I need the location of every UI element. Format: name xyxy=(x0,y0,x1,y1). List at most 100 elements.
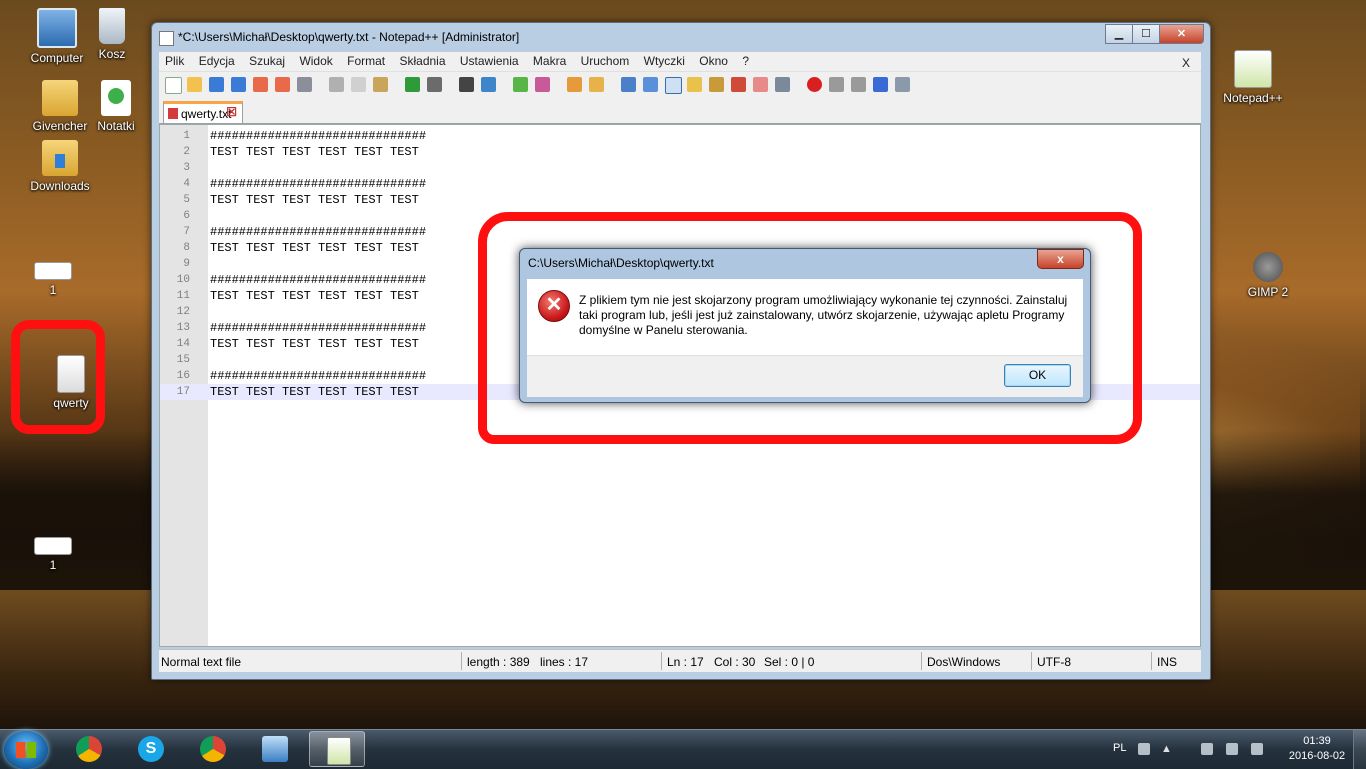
dialog-close-button[interactable]: x xyxy=(1037,249,1084,269)
menu-format[interactable]: Format xyxy=(341,52,390,68)
battery-icon[interactable] xyxy=(1251,743,1263,755)
find-icon[interactable] xyxy=(459,77,474,92)
play-multiple-macro-icon[interactable] xyxy=(873,77,888,92)
language-indicator[interactable]: PL xyxy=(1113,742,1126,754)
sync-horizontal-icon[interactable] xyxy=(589,77,604,92)
volume-icon[interactable] xyxy=(1201,743,1213,755)
clock-time: 01:39 xyxy=(1303,735,1331,747)
line-number: 5 xyxy=(183,194,190,206)
taskbar-chrome-2[interactable] xyxy=(185,731,241,767)
line-number: 11 xyxy=(176,290,190,302)
record-macro-icon[interactable] xyxy=(807,77,822,92)
toolbar xyxy=(159,71,1201,98)
word-wrap-icon[interactable] xyxy=(621,77,636,92)
zoom-out-icon[interactable] xyxy=(535,77,550,92)
desktop-icon-gimp[interactable]: GIMP 2 xyxy=(1230,252,1306,299)
stop-macro-icon[interactable] xyxy=(829,77,844,92)
status-bar: Normal text file length : 389 lines : 17… xyxy=(159,649,1201,672)
menu-ustawienia[interactable]: Ustawienia xyxy=(454,52,524,68)
menu-wtyczki[interactable]: Wtyczki xyxy=(638,52,690,68)
close-button[interactable]: ✕ xyxy=(1159,24,1204,44)
desktop-icon-downloads[interactable]: Downloads xyxy=(22,140,98,193)
maximize-button[interactable]: ☐ xyxy=(1132,24,1160,44)
taskbar-control-panel[interactable] xyxy=(247,731,303,767)
zoom-in-icon[interactable] xyxy=(513,77,528,92)
start-button[interactable] xyxy=(4,731,48,769)
network-icon[interactable] xyxy=(1226,743,1238,755)
menu-szukaj[interactable]: Szukaj xyxy=(243,52,290,68)
copy-icon[interactable] xyxy=(351,77,366,92)
desktop-icon-notepadpp[interactable]: Notepad++ xyxy=(1215,50,1291,105)
line-text: ############################## xyxy=(210,129,427,143)
status-col: Col : 30 xyxy=(714,655,756,669)
save-macro-icon[interactable] xyxy=(895,77,910,92)
line-number: 17 xyxy=(176,386,190,398)
editor-line[interactable]: 4 ############################## xyxy=(160,176,1200,192)
menu-help[interactable]: ? xyxy=(736,52,754,68)
print-icon[interactable] xyxy=(297,77,312,92)
tab-qwerty[interactable]: qwerty.txt ☒ xyxy=(163,101,243,123)
save-all-icon[interactable] xyxy=(231,77,246,92)
line-number: 12 xyxy=(176,306,190,318)
save-icon[interactable] xyxy=(209,77,224,92)
editor-line[interactable]: 1 ############################## xyxy=(160,128,1200,144)
taskbar: S PL ▲ 01:39 2016-08-02 xyxy=(0,729,1366,769)
redo-icon[interactable] xyxy=(427,77,442,92)
desktop-icon-label: GIMP 2 xyxy=(1247,285,1289,299)
menu-plik[interactable]: Plik xyxy=(159,52,189,68)
monitoring-icon[interactable] xyxy=(775,77,790,92)
show-hidden-icons-icon[interactable]: ▲ xyxy=(1161,743,1172,755)
doc-map-icon[interactable] xyxy=(709,77,724,92)
menu-edycja[interactable]: Edycja xyxy=(193,52,240,68)
close-all-icon[interactable] xyxy=(275,77,290,92)
desktop-icon-1-top[interactable]: 1 xyxy=(15,262,91,297)
status-ln: Ln : 17 xyxy=(667,655,704,669)
keyboard-icon[interactable] xyxy=(1138,743,1150,755)
function-list-icon[interactable] xyxy=(731,77,746,92)
title-bar[interactable]: *C:\Users\Michał\Desktop\qwerty.txt - No… xyxy=(152,23,1210,51)
cut-icon[interactable] xyxy=(329,77,344,92)
windows-logo-icon xyxy=(16,742,36,758)
taskbar-chrome[interactable] xyxy=(61,731,117,767)
tab-close-icon[interactable]: ☒ xyxy=(226,105,237,119)
sync-vertical-icon[interactable] xyxy=(567,77,582,92)
clock[interactable]: 01:39 2016-08-02 xyxy=(1282,734,1352,764)
menu-bar: Plik Edycja Szukaj Widok Format Składnia… xyxy=(159,52,1201,71)
editor-line[interactable]: 5 TEST TEST TEST TEST TEST TEST xyxy=(160,192,1200,208)
menu-makra[interactable]: Makra xyxy=(527,52,571,68)
language-icon[interactable] xyxy=(687,77,702,92)
line-number: 4 xyxy=(183,178,190,190)
menu-skladnia[interactable]: Składnia xyxy=(393,52,450,68)
close-document-x[interactable]: X xyxy=(1176,54,1195,70)
menu-uruchom[interactable]: Uruchom xyxy=(575,52,635,68)
line-number: 9 xyxy=(183,258,190,270)
status-filetype: Normal text file xyxy=(161,655,242,669)
taskbar-skype[interactable]: S xyxy=(123,731,179,767)
ok-button[interactable]: OK xyxy=(1004,364,1071,387)
line-text: TEST TEST TEST TEST TEST TEST xyxy=(210,145,419,159)
minimize-button[interactable]: ▁ xyxy=(1105,24,1133,44)
show-all-chars-icon[interactable] xyxy=(643,77,658,92)
desktop-icon-recycle-bin[interactable]: Kosz xyxy=(74,8,150,61)
line-text: TEST TEST TEST TEST TEST TEST xyxy=(210,385,419,399)
paste-icon[interactable] xyxy=(373,77,388,92)
desktop-icon-1-bottom[interactable]: 1 xyxy=(15,537,91,572)
indent-guide-icon[interactable] xyxy=(665,77,682,94)
taskbar-notepadpp[interactable] xyxy=(309,731,365,767)
desktop-icon-notatki[interactable]: Notatki xyxy=(78,80,154,133)
replace-icon[interactable] xyxy=(481,77,496,92)
menu-okno[interactable]: Okno xyxy=(693,52,733,68)
show-desktop-button[interactable] xyxy=(1353,730,1366,769)
editor-line[interactable]: 3 xyxy=(160,160,1200,176)
folder-workspace-icon[interactable] xyxy=(753,77,768,92)
editor-line[interactable]: 2 TEST TEST TEST TEST TEST TEST xyxy=(160,144,1200,160)
menu-widok[interactable]: Widok xyxy=(293,52,337,68)
line-number: 3 xyxy=(183,162,190,174)
new-file-icon[interactable] xyxy=(165,77,182,94)
desktop-icon-label: 1 xyxy=(49,558,57,572)
open-file-icon[interactable] xyxy=(187,77,202,92)
play-macro-icon[interactable] xyxy=(851,77,866,92)
tab-bar: qwerty.txt ☒ xyxy=(159,98,1201,124)
undo-icon[interactable] xyxy=(405,77,420,92)
close-file-icon[interactable] xyxy=(253,77,268,92)
